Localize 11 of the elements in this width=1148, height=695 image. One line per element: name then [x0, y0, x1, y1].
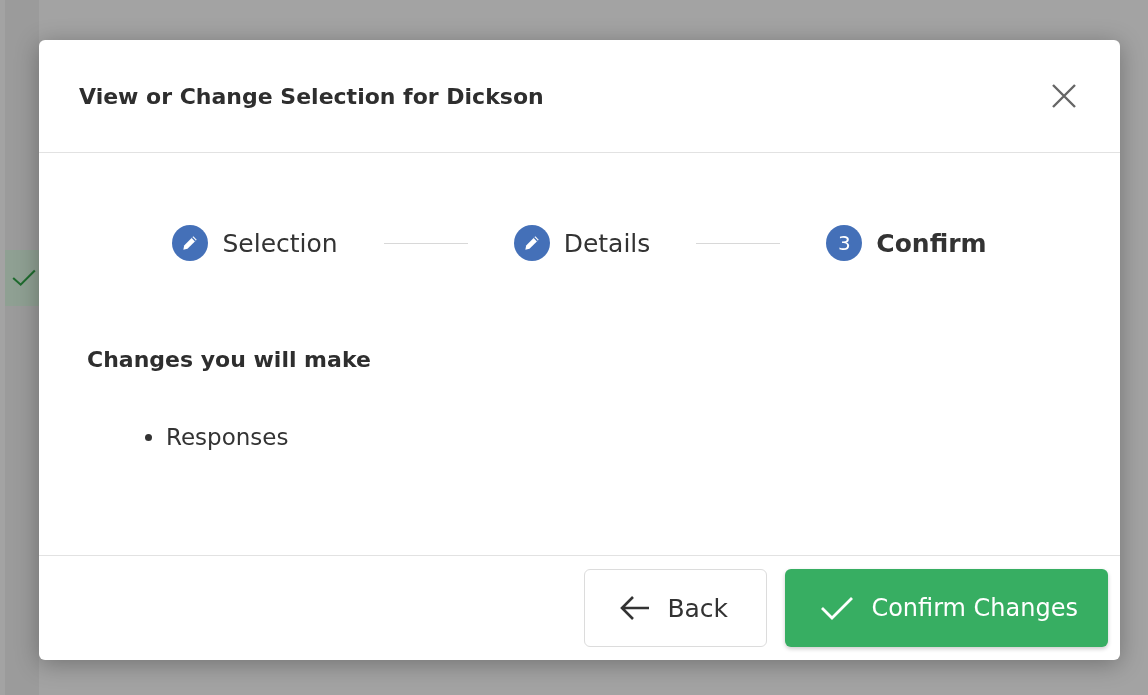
section-heading: Changes you will make	[87, 347, 372, 372]
step[interactable]: 3 Confirm	[826, 225, 987, 261]
bullet-icon	[145, 433, 152, 441]
dialog-title: View or Change Selection for Dickson	[79, 83, 544, 109]
back-button[interactable]: Back	[584, 569, 768, 647]
arrow-left-icon	[619, 594, 652, 622]
check-icon	[819, 594, 856, 622]
check-icon	[11, 268, 37, 288]
list-item: Responses	[166, 424, 289, 450]
step[interactable]: Details	[513, 225, 651, 261]
step[interactable]: Selection	[172, 225, 338, 261]
